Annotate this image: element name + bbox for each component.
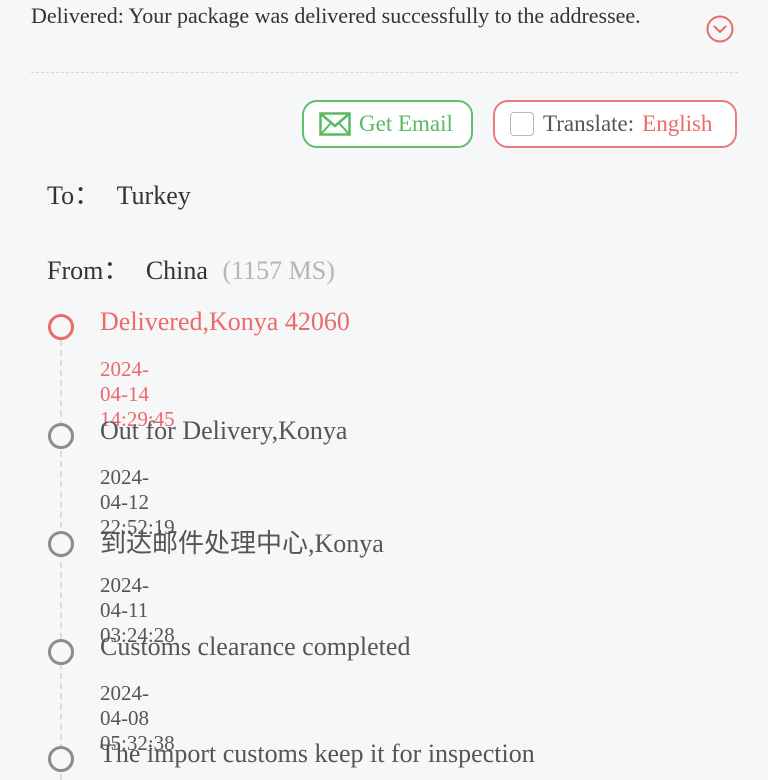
- timeline-dot: [48, 531, 74, 557]
- to-value: Turkey: [116, 181, 191, 210]
- timeline-dot-active: [48, 314, 74, 340]
- timeline-line: [60, 340, 62, 780]
- event-title: Customs clearance completed: [100, 632, 411, 661]
- from-value: China: [145, 256, 208, 285]
- get-email-button[interactable]: Get Email: [302, 100, 473, 148]
- timeline-dot: [48, 639, 74, 665]
- event-title: 到达邮件处理中心,Konya: [100, 529, 384, 558]
- from-label: From：: [47, 256, 130, 285]
- translate-checkbox[interactable]: [510, 112, 534, 136]
- divider: [31, 72, 738, 73]
- get-email-label: Get Email: [359, 111, 453, 136]
- transit-duration: (1157 MS): [222, 256, 335, 285]
- event-title: Delivered,Konya 42060: [100, 307, 350, 336]
- destination-row: To： Turkey: [47, 175, 191, 212]
- origin-row: From： China (1157 MS): [47, 250, 335, 287]
- chevron-down-circle-icon[interactable]: [706, 15, 734, 43]
- translate-toggle[interactable]: Translate: English: [493, 100, 737, 148]
- translate-language: English: [642, 111, 713, 136]
- event-title: The import customs keep it for inspectio…: [100, 739, 535, 768]
- timeline-dot: [48, 746, 74, 772]
- delivery-status-message: Delivered: Your package was delivered su…: [31, 3, 641, 28]
- translate-label: Translate:: [543, 111, 635, 136]
- event-title: Out for Delivery,Konya: [100, 416, 348, 445]
- timeline-dot: [48, 423, 74, 449]
- envelope-icon: [319, 112, 351, 136]
- to-label: To：: [47, 181, 101, 210]
